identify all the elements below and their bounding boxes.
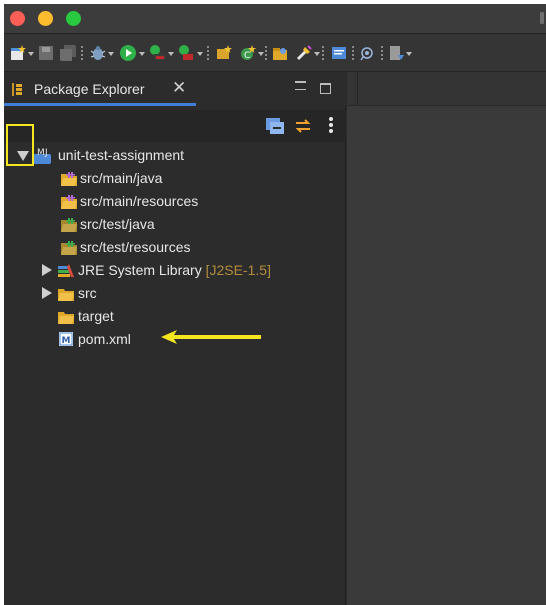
new-dropdown[interactable] [28,52,34,56]
tree-item-library[interactable]: JRE System Library [J2SE-1.5] [4,259,346,282]
toolbar-separator [352,46,354,60]
view-menu-icon[interactable] [329,117,333,133]
run-icon[interactable] [120,45,136,61]
tree-item-project[interactable]: MJ unit-test-assignment [4,144,346,167]
editor-area[interactable] [347,72,546,605]
library-name: JRE System Library [78,262,202,278]
tree-item-source-folder[interactable]: src/main/resources [4,190,346,213]
maximize-window-button[interactable] [66,11,81,26]
toolbar-separator [265,46,267,60]
coverage-icon[interactable] [150,45,166,61]
tree-item-label: pom.xml [78,331,131,347]
annotation-arrow [161,330,261,344]
tree-item-test-source-folder[interactable]: src/test/resources [4,236,346,259]
svg-text:M: M [62,336,71,346]
tab-label: Package Explorer [34,81,145,97]
tree-item-label: src/main/resources [80,193,199,209]
external-tools-dropdown[interactable] [197,52,203,56]
open-type-icon[interactable] [272,45,288,61]
annotation-dropdown[interactable] [406,52,412,56]
test-source-folder-icon [61,241,77,255]
tree-item-folder[interactable]: src [4,282,346,305]
run-dropdown[interactable] [139,52,145,56]
tree-item-source-folder[interactable]: src/main/java [4,167,346,190]
folder-icon [58,289,74,301]
new-wizard-icon[interactable] [10,45,26,61]
annotation-highlight-box [6,124,34,166]
tree-item-label: src/main/java [80,170,163,186]
task-icon[interactable] [331,45,347,61]
view-tab-bar: Package Explorer ✕ [4,72,346,106]
toolbar-separator [81,46,83,60]
svg-text:C: C [244,51,250,61]
editor-divider [357,72,358,106]
save-all-icon[interactable] [60,45,76,61]
annotation-icon[interactable] [389,45,405,61]
source-folder-icon [61,172,77,186]
tree-item-test-source-folder[interactable]: src/test/java [4,213,346,236]
new-java-project-icon[interactable] [216,45,232,61]
maven-file-icon: M [59,332,73,346]
coverage-dropdown[interactable] [168,52,174,56]
package-explorer-icon [12,83,22,96]
library-decoration: [J2SE-1.5] [205,262,271,278]
svg-text:J: J [44,148,48,158]
save-icon[interactable] [38,45,54,61]
toolbar-separator [322,46,324,60]
close-icon[interactable]: ✕ [172,79,186,97]
search-icon[interactable] [296,45,312,61]
new-java-class-icon[interactable]: C [240,45,256,61]
test-source-folder-icon [61,218,77,232]
toolbar-separator [207,46,209,60]
eclipse-window: C Package Explorer ✕ M J unit-test-assig… [4,4,546,605]
svg-text:M: M [37,148,45,158]
debug-icon[interactable] [90,45,106,61]
link-with-editor-icon[interactable] [294,118,312,134]
external-tools-icon[interactable] [179,45,195,61]
tree-item-label: JRE System Library [J2SE-1.5] [78,262,271,278]
maven-project-icon: MJ [33,148,51,164]
window-title-fragment [540,12,544,24]
expand-twisty-icon[interactable] [42,264,52,276]
close-window-button[interactable] [10,11,25,26]
view-toolbar [4,110,346,142]
mark-occurrences-icon[interactable] [360,45,376,61]
tab-package-explorer[interactable]: Package Explorer ✕ [4,72,196,106]
tree-item-folder[interactable]: target [4,305,346,328]
new-java-class-dropdown[interactable] [258,52,264,56]
minimize-window-button[interactable] [38,11,53,26]
main-toolbar: C [4,34,546,72]
minimize-view-icon[interactable] [295,81,306,90]
tree-item-label: unit-test-assignment [58,147,185,163]
folder-icon [58,312,74,324]
tree-item-label: src [78,285,97,301]
search-dropdown[interactable] [314,52,320,56]
title-bar [4,4,546,34]
toolbar-separator [381,46,383,60]
tree-item-label: src/test/resources [80,239,191,255]
tree-item-label: target [78,308,114,324]
tree-item-label: src/test/java [80,216,155,232]
maximize-view-icon[interactable] [320,83,331,94]
library-icon [58,264,74,277]
collapse-all-icon[interactable] [266,118,284,134]
debug-dropdown[interactable] [108,52,114,56]
editor-tab-bar [347,72,546,106]
expand-twisty-icon[interactable] [42,287,52,299]
source-folder-icon [61,195,77,209]
